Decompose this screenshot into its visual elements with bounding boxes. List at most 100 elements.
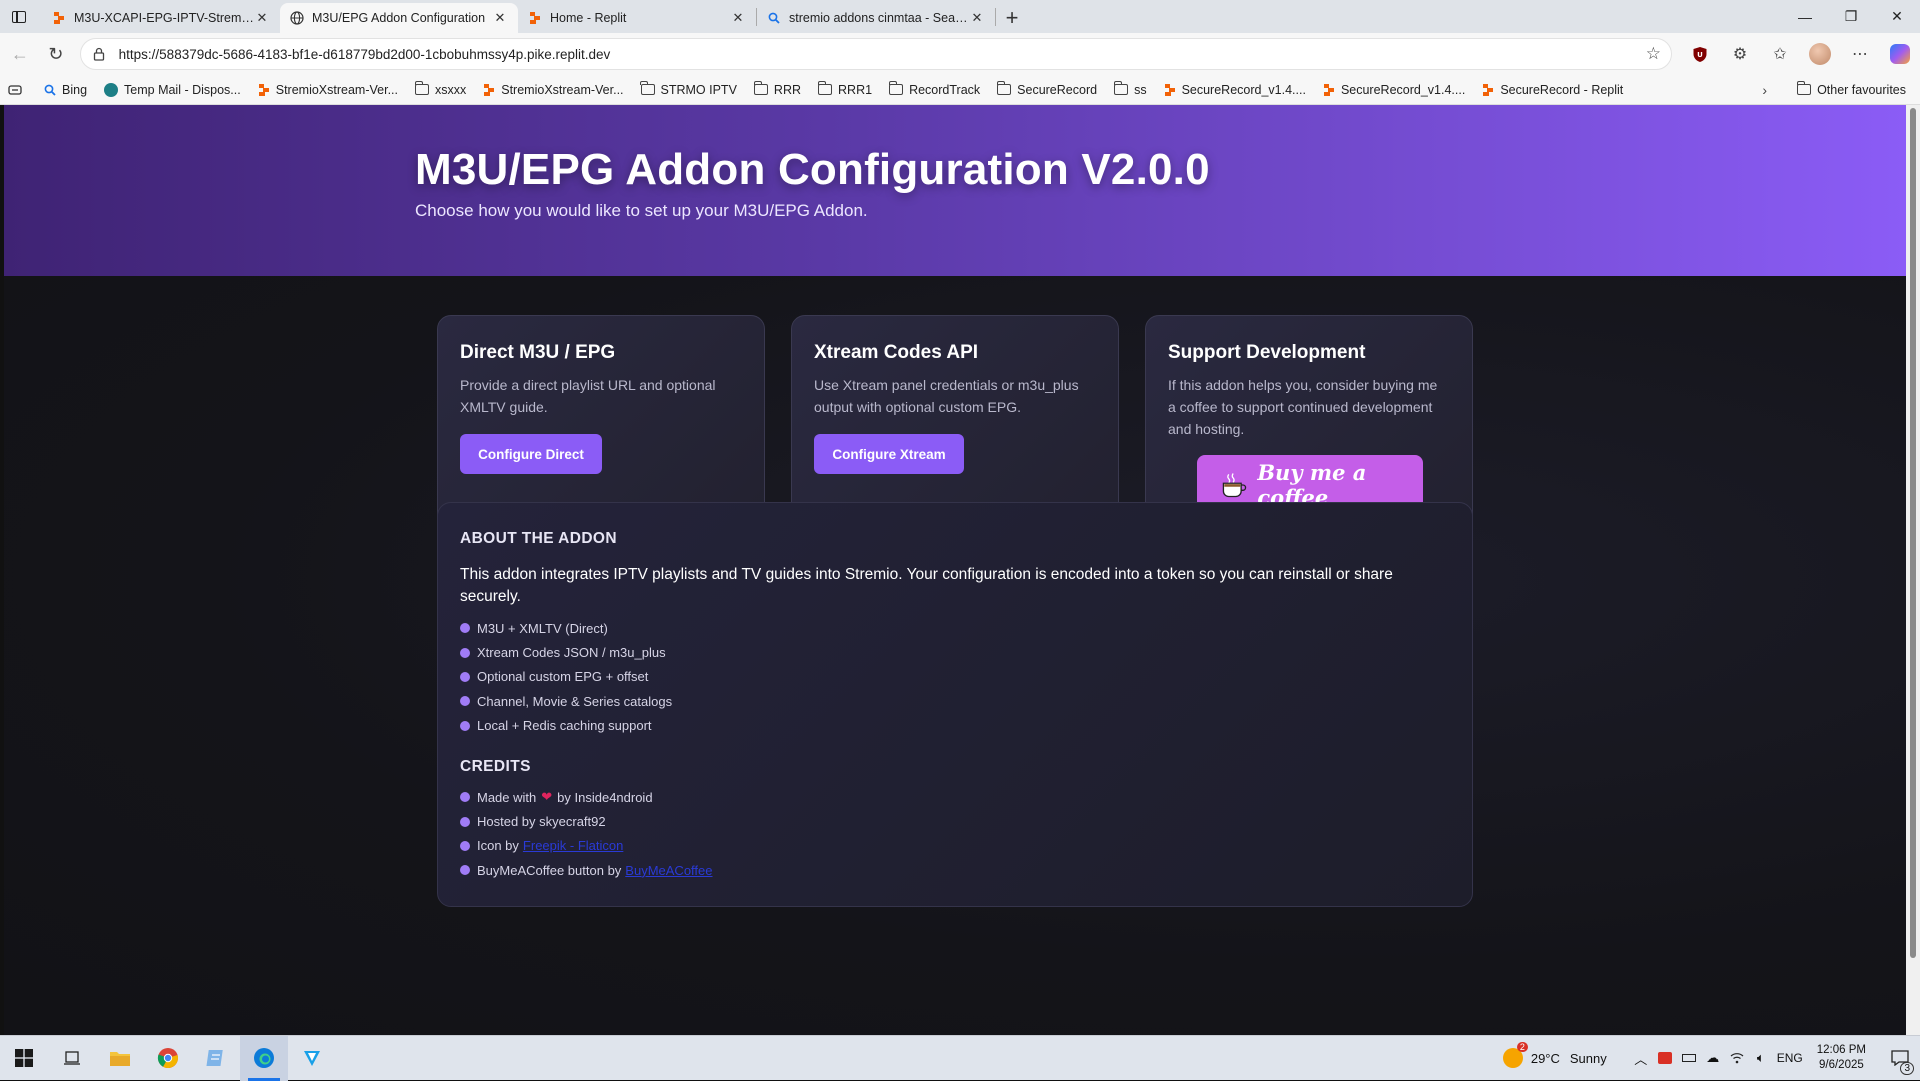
more-options-icon[interactable]: ⋯: [1840, 36, 1880, 72]
page-scrollbar[interactable]: [1906, 105, 1920, 1035]
bookmark-other-favourites[interactable]: Other favourites: [1796, 81, 1906, 97]
bookmark-securerecord-v14-2[interactable]: SecureRecord_v1.4....: [1323, 83, 1465, 97]
bookmark-folder-xsxxx[interactable]: xsxxx: [414, 81, 467, 97]
page-title: M3U/EPG Addon Configuration V2.0.0: [415, 145, 1210, 194]
hero-header: M3U/EPG Addon Configuration V2.0.0 Choos…: [4, 105, 1906, 276]
notifications-icon[interactable]: 3: [1880, 1036, 1920, 1081]
folder-icon: [817, 81, 833, 95]
weather-temp: 29°C: [1530, 1050, 1560, 1066]
svg-text:U: U: [1697, 51, 1703, 59]
configure-direct-button[interactable]: Configure Direct: [460, 434, 602, 474]
chrome-icon[interactable]: [144, 1036, 192, 1081]
minimize-icon[interactable]: —: [1782, 0, 1828, 33]
clock-time: 12:06 PM: [1816, 1044, 1866, 1056]
window-controls: — ❐ ✕: [1782, 0, 1920, 33]
bookmark-temp-mail[interactable]: Temp Mail - Dispos...: [104, 82, 241, 97]
bookmark-stremio-xstream-2[interactable]: StremioXstream-Ver...: [483, 83, 624, 97]
close-icon[interactable]: ✕: [254, 10, 270, 26]
windows-start-icon[interactable]: [0, 1036, 48, 1081]
scrollbar-thumb[interactable]: [1910, 108, 1916, 958]
clock-date: 9/6/2025: [1819, 1059, 1864, 1071]
bullet-icon: [460, 792, 470, 803]
tab-actions-menu-icon[interactable]: [0, 0, 38, 33]
replit-icon: [258, 83, 270, 96]
restore-icon[interactable]: ❐: [1828, 0, 1874, 33]
card-description: If this addon helps you, consider buying…: [1168, 377, 1438, 437]
replit-icon: [1323, 83, 1335, 96]
credits-heading: CREDITS: [460, 758, 531, 775]
feature-text: M3U + XMLTV (Direct): [477, 620, 608, 636]
bookmark-folder-strmo-iptv[interactable]: STRMO IPTV: [640, 81, 737, 97]
chevron-up-icon[interactable]: ︿: [1629, 1036, 1653, 1081]
bookmark-folder-securerecord[interactable]: SecureRecord: [996, 81, 1097, 97]
bookmark-label: Temp Mail - Dispos...: [124, 82, 241, 97]
replit-icon: [528, 11, 542, 25]
bookmark-folder-rrr1[interactable]: RRR1: [817, 81, 872, 97]
collections-icon[interactable]: [8, 84, 22, 96]
search-icon: [767, 11, 781, 25]
close-icon[interactable]: ✕: [730, 10, 746, 26]
battery-icon[interactable]: [1677, 1036, 1701, 1081]
antivirus-icon[interactable]: [1653, 1036, 1677, 1081]
bookmark-bing[interactable]: Bing: [44, 83, 87, 97]
favorites-icon[interactable]: ✩: [1760, 36, 1800, 72]
bookmark-folder-ss[interactable]: ss: [1113, 81, 1147, 97]
buymeacoffee-link[interactable]: BuyMeACoffee: [625, 863, 712, 878]
url-text[interactable]: https://588379dc-5686-4183-bf1e-d618779b…: [119, 47, 1646, 62]
folder-icon: [753, 81, 768, 95]
wifi-icon[interactable]: [1725, 1036, 1749, 1081]
language-indicator[interactable]: ENG: [1773, 1036, 1807, 1081]
edge-icon[interactable]: [240, 1035, 288, 1081]
bullet-icon: [460, 816, 470, 827]
feature-text: Optional custom EPG + offset: [477, 669, 649, 685]
extensions-icon[interactable]: ⚙: [1720, 36, 1760, 72]
tab-strip: M3U-XCAPI-EPG-IPTV-Stremio - R ✕ M3U/EPG…: [0, 0, 1920, 33]
main-content: Direct M3U / EPG Provide a direct playli…: [4, 276, 1906, 1035]
bookmark-stremio-xstream-1[interactable]: StremioXstream-Ver...: [258, 83, 398, 97]
sun-icon: 2: [1502, 1042, 1528, 1068]
list-item: BuyMeACoffee button by BuyMeACoffee: [460, 858, 713, 882]
back-icon[interactable]: ←: [2, 36, 38, 72]
folder-icon: [1113, 81, 1129, 95]
reload-icon[interactable]: ↻: [38, 36, 74, 72]
tab-m3u-xcapi[interactable]: M3U-XCAPI-EPG-IPTV-Stremio - R ✕: [42, 3, 280, 33]
bookmark-folder-recordtrack[interactable]: RecordTrack: [888, 81, 980, 97]
flaticon-link[interactable]: Freepik - Flaticon: [523, 838, 623, 853]
weather-widget[interactable]: 2 29°C Sunny: [1502, 1042, 1607, 1068]
configure-xtream-button[interactable]: Configure Xtream: [814, 434, 964, 474]
ublock-shield-icon[interactable]: U: [1680, 36, 1720, 72]
bullet-icon: [460, 623, 470, 634]
about-description: This addon integrates IPTV playlists and…: [460, 566, 1393, 605]
bookmark-securerecord-v14-1[interactable]: SecureRecord_v1.4....: [1164, 83, 1306, 97]
folder-icon: [640, 81, 655, 95]
volume-icon[interactable]: 🔈︎: [1749, 1036, 1773, 1081]
clock[interactable]: 12:06 PM 9/6/2025: [1817, 1043, 1866, 1073]
file-explorer-icon[interactable]: [96, 1036, 144, 1081]
tab-search[interactable]: stremio addons cinmtaa - Search ✕: [757, 3, 995, 33]
windows-taskbar: 2 29°C Sunny ︿ ☁ 🔈︎ ENG 12:06 PM 9/6/202…: [0, 1035, 1920, 1081]
credits-list: Made with ❤ by Inside4ndroid Hosted by sky…: [460, 785, 713, 883]
copilot-icon[interactable]: [1880, 36, 1920, 72]
bookmark-label: xsxxx: [435, 82, 467, 97]
favorite-star-icon[interactable]: ☆: [1646, 44, 1661, 64]
site-info-icon[interactable]: [91, 46, 107, 62]
tab-home-replit[interactable]: Home - Replit ✕: [518, 3, 756, 33]
vpn-shield-icon[interactable]: [288, 1036, 336, 1081]
address-bar[interactable]: https://588379dc-5686-4183-bf1e-d618779b…: [79, 38, 1672, 70]
bullet-icon: [460, 840, 470, 851]
bookmark-folder-rrr[interactable]: RRR: [753, 81, 801, 97]
close-icon[interactable]: ✕: [969, 10, 985, 26]
close-icon[interactable]: ✕: [492, 10, 508, 26]
list-item: Hosted by skyecraft92: [460, 809, 713, 833]
task-view-icon[interactable]: [48, 1036, 96, 1081]
close-window-icon[interactable]: ✕: [1874, 0, 1920, 33]
bookmark-securerecord-replit[interactable]: SecureRecord - Replit: [1482, 83, 1623, 97]
chevron-right-icon[interactable]: ›: [1762, 82, 1767, 98]
notepad-icon[interactable]: [192, 1036, 240, 1081]
new-tab-icon[interactable]: +: [996, 3, 1028, 33]
tab-addon-configuration[interactable]: M3U/EPG Addon Configuration ✕: [280, 3, 518, 33]
bookmark-label: SecureRecord_v1.4....: [1181, 82, 1306, 97]
profile-avatar[interactable]: [1800, 36, 1840, 72]
replit-icon: [483, 83, 495, 96]
onedrive-cloud-icon[interactable]: ☁: [1701, 1036, 1725, 1081]
